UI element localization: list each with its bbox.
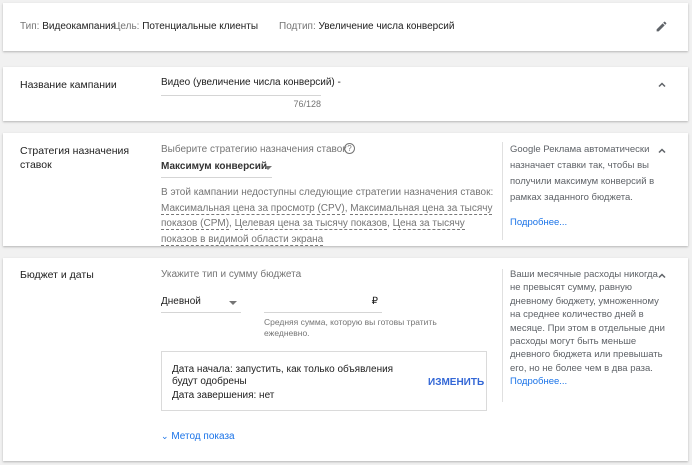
learn-more-link[interactable]: Подробнее... [510,376,567,387]
currency-symbol: ₽ [371,296,378,307]
delivery-method-toggle[interactable]: ⌄ Метод показа [161,431,235,442]
budget-side-text: Ваши месячные расходы никогда не превыся… [510,269,665,374]
subtype-value: Увеличение числа конверсий [318,21,455,32]
amount-help: Средняя сумма, которую вы готовы тратить… [264,317,437,338]
campaign-name-title: Название кампании [20,79,117,91]
chevron-up-icon[interactable] [656,145,668,157]
bidding-side-text: Google Реклама автоматически назначает с… [510,144,655,203]
bidding-title-1: Стратегия назначения [20,145,130,157]
unavailable-intro: В этой кампании недоступны следующие стр… [161,187,494,198]
budget-title: Бюджет и даты [20,269,94,281]
change-dates-button[interactable]: ИЗМЕНИТЬ [428,377,484,388]
goal-label: Цель: [113,21,140,32]
start-date: Дата начала: запустить, как только объяв… [172,364,394,387]
select-underline [161,177,272,178]
chevron-up-icon[interactable] [656,79,668,91]
strategy-tcpm: Целевая цена за тысячу показов [234,218,388,230]
bidding-side-help: Google Реклама автоматически назначает с… [510,142,670,231]
unavailable-strategies: В этой кампании недоступны следующие стр… [161,187,494,246]
bidding-title-2: ставок [20,159,52,171]
bidding-strategy-select[interactable]: Максимум конверсий [161,161,267,172]
end-date: Дата завершения: нет [172,390,275,401]
chevron-up-icon[interactable] [656,270,668,282]
input-underline [161,95,321,96]
type-value: Видеокампания [42,21,116,32]
dropdown-arrow-icon[interactable] [229,301,237,305]
campaign-name-card: Название кампании Видео (увеличение числ… [3,67,688,121]
subtype-label: Подтип: [279,21,316,32]
goal-field: Цель: Потенциальные клиенты [113,21,258,32]
campaign-name-input[interactable]: Видео (увеличение числа конверсий) - [161,77,341,88]
budget-side-help: Ваши месячные расходы никогда не превыся… [510,268,670,389]
budget-type-select[interactable]: Дневной [161,296,201,307]
budget-amount-input[interactable]: ₽ [264,294,382,313]
strategy-cpv: Максимальная цена за просмотр (CPV) [161,202,345,215]
campaign-summary-card: Тип: Видеокампания Цель: Потенциальные к… [3,3,688,51]
divider [502,269,503,402]
budget-hint: Укажите тип и сумму бюджета [161,269,302,280]
type-label: Тип: [20,21,40,32]
dates-box: Дата начала: запустить, как только объяв… [161,351,487,411]
char-counter: 76/128 [293,99,321,109]
bidding-card: Стратегия назначения ставок Выберите стр… [3,133,688,246]
budget-card: Бюджет и даты Укажите тип и сумму бюджет… [3,258,688,461]
select-underline [161,312,241,313]
learn-more-link[interactable]: Подробнее... [510,215,567,231]
chevron-down-icon: ⌄ [161,431,169,441]
divider [502,142,503,240]
subtype-field: Подтип: Увеличение числа конверсий [279,21,454,32]
delivery-method-label: Метод показа [171,431,235,442]
dropdown-arrow-icon[interactable] [264,166,272,170]
goal-value: Потенциальные клиенты [142,21,259,32]
type-field: Тип: Видеокампания [20,21,116,32]
pencil-icon[interactable] [655,20,668,33]
help-icon[interactable]: ? [344,143,355,154]
bidding-hint: Выберите стратегию назначения ставок [161,144,347,155]
